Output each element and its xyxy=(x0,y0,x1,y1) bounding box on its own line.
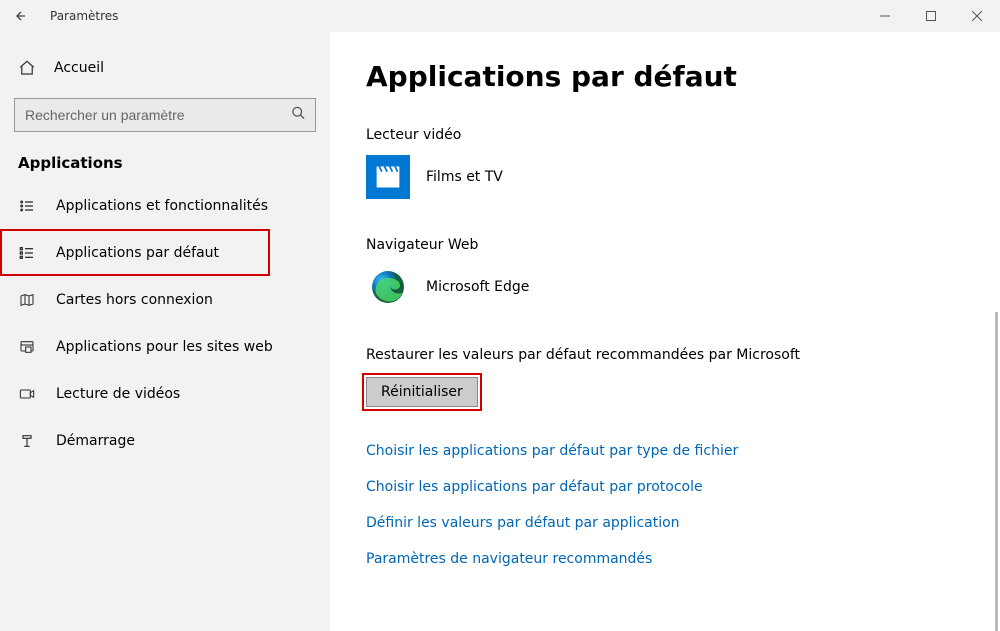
sidebar-item-label: Applications et fonctionnalités xyxy=(56,198,268,214)
reset-caption: Restaurer les valeurs par défaut recomma… xyxy=(366,347,964,363)
sidebar-item-label: Démarrage xyxy=(56,433,135,449)
list-apps-icon xyxy=(18,198,36,214)
link-by-app[interactable]: Définir les valeurs par défaut par appli… xyxy=(366,515,964,531)
links-section: Choisir les applications par défaut par … xyxy=(366,443,964,567)
edge-icon xyxy=(366,265,410,309)
link-by-filetype[interactable]: Choisir les applications par défaut par … xyxy=(366,443,964,459)
sidebar-item-label: Lecture de vidéos xyxy=(56,386,180,402)
back-button[interactable] xyxy=(8,9,50,23)
minimize-button[interactable] xyxy=(862,0,908,32)
app-name-browser: Microsoft Edge xyxy=(426,279,529,295)
maximize-button[interactable] xyxy=(908,0,954,32)
search-wrap xyxy=(14,98,316,132)
sidebar-item-apps-features[interactable]: Applications et fonctionnalités xyxy=(0,182,330,229)
films-tv-icon xyxy=(366,155,410,199)
sidebar-item-label: Cartes hors connexion xyxy=(56,292,213,308)
link-by-protocol[interactable]: Choisir les applications par défaut par … xyxy=(366,479,964,495)
sidebar: Accueil Applications Applications et fon… xyxy=(0,32,330,631)
sidebar-item-offline-maps[interactable]: Cartes hors connexion xyxy=(0,276,330,323)
sidebar-item-label: Applications par défaut xyxy=(56,245,219,261)
default-app-video[interactable]: Films et TV xyxy=(366,155,964,199)
sidebar-item-apps-websites[interactable]: Applications pour les sites web xyxy=(0,323,330,370)
main-panel: Applications par défaut Lecteur vidéo Fi… xyxy=(330,32,1000,631)
content-area: Accueil Applications Applications et fon… xyxy=(0,32,1000,631)
group-label-browser: Navigateur Web xyxy=(366,237,964,253)
close-button[interactable] xyxy=(954,0,1000,32)
sidebar-home-label: Accueil xyxy=(54,60,104,76)
app-name-video: Films et TV xyxy=(426,169,503,185)
apps-web-icon xyxy=(18,339,36,355)
sidebar-item-label: Applications pour les sites web xyxy=(56,339,273,355)
titlebar: Paramètres xyxy=(0,0,1000,32)
list-default-icon xyxy=(18,245,36,261)
sidebar-home[interactable]: Accueil xyxy=(0,48,330,88)
default-app-browser[interactable]: Microsoft Edge xyxy=(366,265,964,309)
search-input[interactable] xyxy=(14,98,316,132)
group-label-video: Lecteur vidéo xyxy=(366,127,964,143)
reset-button[interactable]: Réinitialiser xyxy=(366,377,478,407)
page-heading: Applications par défaut xyxy=(366,60,964,93)
sidebar-item-video-playback[interactable]: Lecture de vidéos xyxy=(0,370,330,417)
search-icon xyxy=(291,106,306,125)
window-title: Paramètres xyxy=(50,9,118,23)
startup-icon xyxy=(18,433,36,449)
home-icon xyxy=(18,59,36,77)
scrollbar[interactable] xyxy=(995,312,998,631)
link-browser-recommended[interactable]: Paramètres de navigateur recommandés xyxy=(366,551,964,567)
map-offline-icon xyxy=(18,292,36,308)
video-playback-icon xyxy=(18,386,36,402)
sidebar-section-label: Applications xyxy=(0,132,330,182)
sidebar-item-default-apps[interactable]: Applications par défaut xyxy=(0,229,270,276)
sidebar-item-startup[interactable]: Démarrage xyxy=(0,417,330,464)
